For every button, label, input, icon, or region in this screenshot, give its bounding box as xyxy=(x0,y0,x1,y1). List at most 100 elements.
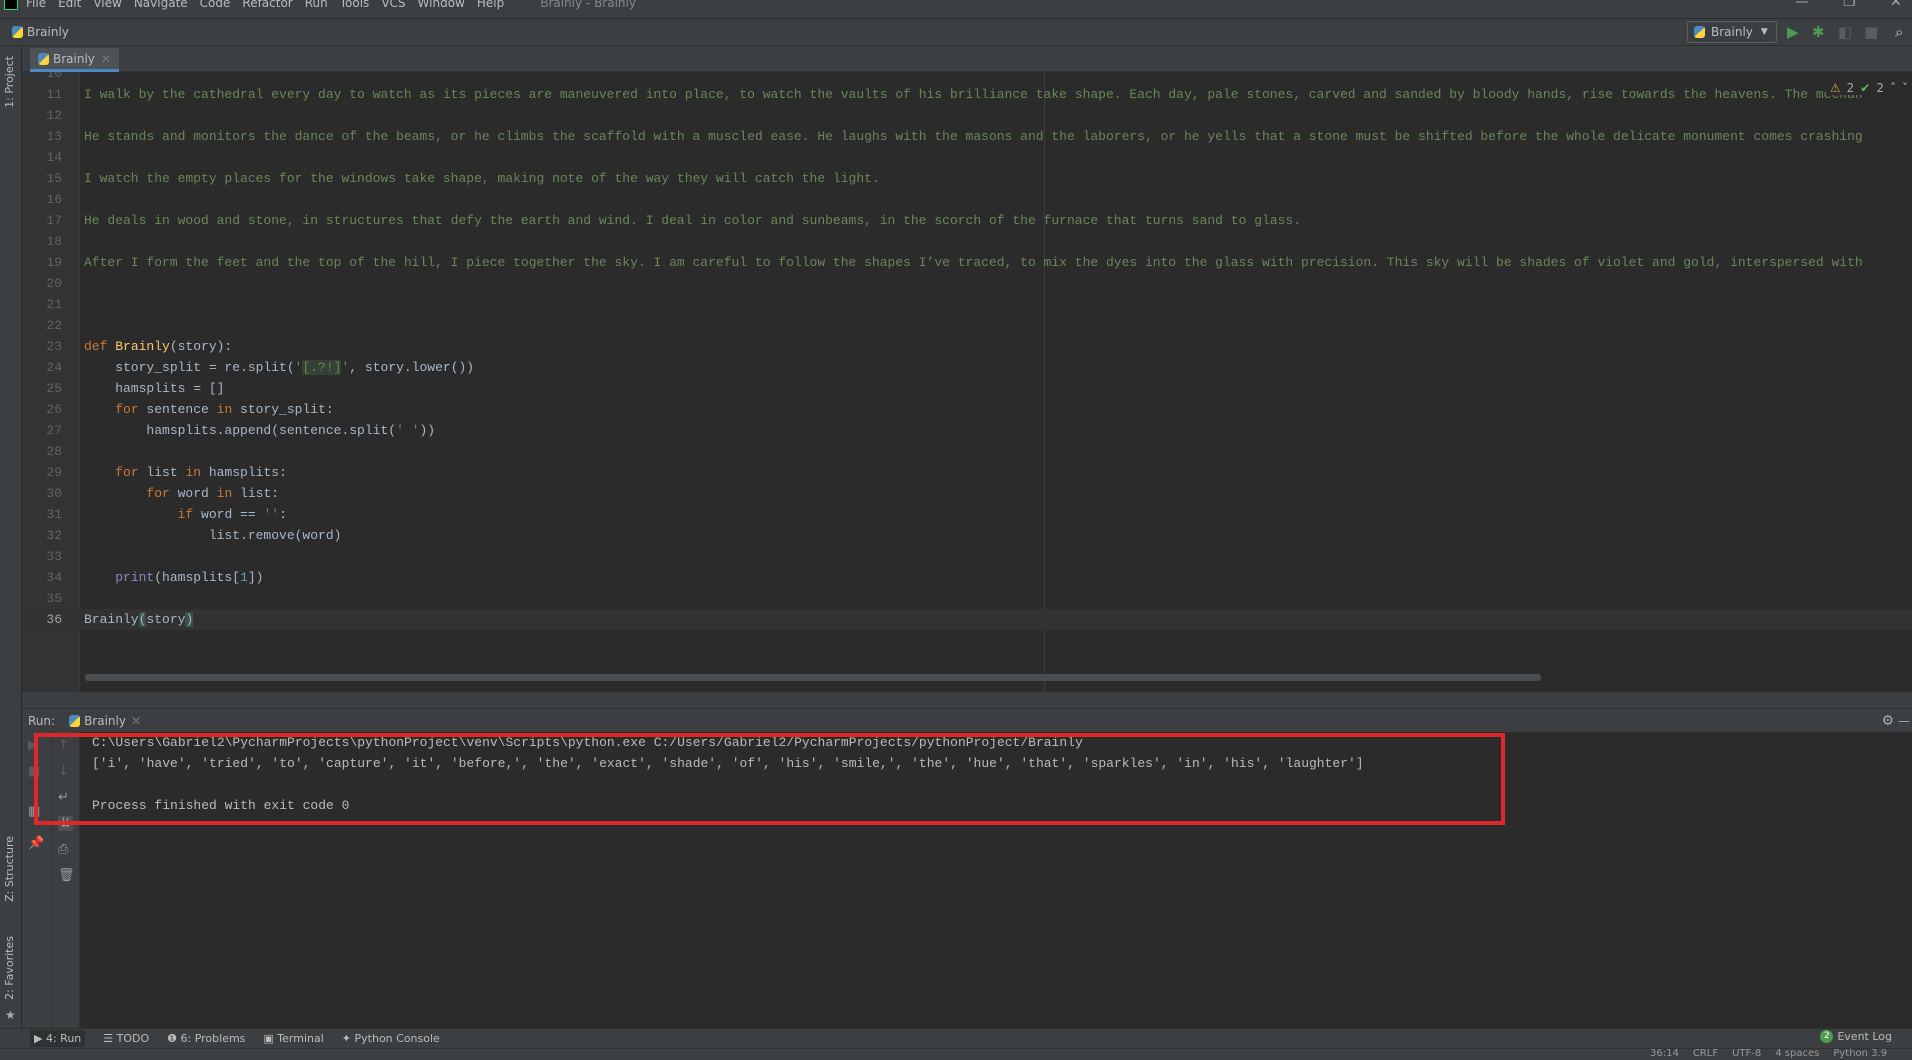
menu-view[interactable]: View xyxy=(93,0,121,10)
tool-problems-button[interactable]: ❶ 6: Problems xyxy=(167,1032,245,1045)
code-line[interactable]: 31 if word == '': xyxy=(22,504,1912,525)
code-line[interactable]: 28 xyxy=(22,441,1912,462)
restore-icon[interactable]: ❐ xyxy=(1843,0,1856,10)
code-line[interactable]: 36 Brainly(story) xyxy=(22,609,1912,630)
inspection-widget[interactable]: ⚠ 2 ✔ 2 ˄ ˅ xyxy=(1825,81,1912,95)
code-line[interactable]: 16 xyxy=(22,189,1912,210)
run-configuration-label: Brainly xyxy=(1711,25,1753,39)
tool-run-button[interactable]: ▶ 4: Run xyxy=(30,1030,86,1047)
code-editor[interactable]: 10 11 I walk by the cathedral every day to… xyxy=(22,72,1912,692)
code-line[interactable]: 23 def Brainly(story): xyxy=(22,336,1912,357)
gear-icon[interactable]: ⚙ xyxy=(1881,713,1894,729)
code-line[interactable]: 34 print(hamsplits[1]) xyxy=(22,567,1912,588)
code-line[interactable]: 24 story_split = re.split('[.?!]', story… xyxy=(22,357,1912,378)
tool-todo-button[interactable]: ☰ TODO xyxy=(103,1032,149,1045)
run-icon[interactable]: ▶ xyxy=(1787,23,1799,41)
code-line[interactable]: 10 xyxy=(22,72,1912,84)
menu-code[interactable]: Code xyxy=(200,0,231,10)
code-line[interactable]: 26 for sentence in story_split: xyxy=(22,399,1912,420)
menu-vcs[interactable]: VCS xyxy=(381,0,405,10)
close-tab-icon[interactable]: ✕ xyxy=(101,52,111,66)
code-token: [.?!] xyxy=(302,360,342,375)
line-number: 11 xyxy=(46,87,62,102)
tool-todo-label: TODO xyxy=(116,1032,150,1045)
code-token: (hamsplits[ xyxy=(154,570,241,585)
hide-icon[interactable]: — xyxy=(1898,714,1910,728)
code-text: for word in list: xyxy=(84,483,279,504)
code-token: in xyxy=(216,486,233,501)
code-line[interactable]: 19 After I form the feet and the top of t… xyxy=(22,252,1912,273)
code-line[interactable]: 25 hamsplits = [] xyxy=(22,378,1912,399)
code-line[interactable]: 33 xyxy=(22,546,1912,567)
code-token: )) xyxy=(419,423,436,438)
pin-icon[interactable]: 📌 xyxy=(28,836,44,851)
code-line[interactable]: 18 xyxy=(22,231,1912,252)
code-token: print xyxy=(115,570,155,585)
python-file-icon xyxy=(12,26,23,38)
code-line[interactable]: 30 for word in list: xyxy=(22,483,1912,504)
event-count-badge: 2 xyxy=(1820,1030,1834,1043)
event-log-button[interactable]: 2 Event Log xyxy=(1820,1030,1892,1043)
code-line[interactable]: 14 xyxy=(22,147,1912,168)
editor-tab-bar: Brainly ✕ xyxy=(22,46,1912,72)
run-configuration-select[interactable]: Brainly ▼ xyxy=(1687,21,1777,43)
minimize-icon[interactable]: — xyxy=(1795,0,1809,10)
menu-file[interactable]: File xyxy=(26,0,46,10)
coverage-icon[interactable]: ◧ xyxy=(1838,23,1852,41)
menu-help[interactable]: Help xyxy=(477,0,504,10)
run-tab-brainly[interactable]: Brainly ✕ xyxy=(63,714,147,728)
code-line[interactable]: 17 He deals in wood and stone, in structu… xyxy=(22,210,1912,231)
print-icon[interactable]: ⎙ xyxy=(58,842,68,857)
menu-edit[interactable]: Edit xyxy=(58,0,81,10)
code-line[interactable]: 20 xyxy=(22,273,1912,294)
menu-navigate[interactable]: Navigate xyxy=(134,0,188,10)
debug-icon[interactable]: ✱ xyxy=(1812,23,1825,41)
tool-terminal-button[interactable]: ▣ Terminal xyxy=(263,1032,323,1045)
check-icon: ✔ xyxy=(1860,81,1871,95)
line-number: 31 xyxy=(46,507,62,522)
code-line[interactable]: 27 hamsplits.append(sentence.split(' ')) xyxy=(22,420,1912,441)
code-line[interactable]: 22 xyxy=(22,315,1912,336)
close-window-icon[interactable]: ✕ xyxy=(1890,0,1902,10)
code-token: He stands and monitors the dance of the … xyxy=(84,129,1863,144)
code-line[interactable]: 11 I walk by the cathedral every day to w… xyxy=(22,84,1912,105)
code-line[interactable]: 29 for list in hamsplits: xyxy=(22,462,1912,483)
code-text: def Brainly(story): xyxy=(84,336,232,357)
tool-python-console-button[interactable]: ✦ Python Console xyxy=(342,1032,440,1045)
search-icon[interactable]: ⌕ xyxy=(1895,23,1903,41)
previous-highlight-icon[interactable]: ˄ xyxy=(1890,81,1896,95)
close-run-tab-icon[interactable]: ✕ xyxy=(131,714,141,728)
code-line[interactable]: 21 xyxy=(22,294,1912,315)
line-number: 33 xyxy=(46,549,62,564)
menu-run[interactable]: Run xyxy=(305,0,328,10)
code-line[interactable]: 12 xyxy=(22,105,1912,126)
trash-icon[interactable]: 🗑 xyxy=(58,868,75,883)
line-number: 12 xyxy=(46,108,62,123)
python-icon xyxy=(69,714,81,727)
tab-brainly[interactable]: Brainly ✕ xyxy=(30,48,119,72)
stop-icon[interactable]: ■ xyxy=(1864,23,1878,41)
breadcrumb-project[interactable]: Brainly xyxy=(27,25,69,39)
next-highlight-icon[interactable]: ˅ xyxy=(1902,81,1908,95)
line-number: 13 xyxy=(46,129,62,144)
favorites-tool-button[interactable]: 2: Favorites xyxy=(3,936,16,1000)
code-token: for xyxy=(115,402,139,417)
project-tool-button[interactable]: 1: Project xyxy=(3,56,16,108)
line-number: 30 xyxy=(46,486,62,501)
line-number: 25 xyxy=(46,381,62,396)
horizontal-scrollbar[interactable] xyxy=(85,674,1541,681)
python-file-icon xyxy=(38,52,49,65)
menu-refactor[interactable]: Refactor xyxy=(242,0,292,10)
code-line[interactable]: 32 list.remove(word) xyxy=(22,525,1912,546)
code-line[interactable]: 35 xyxy=(22,588,1912,609)
run-label: Run: xyxy=(28,713,56,728)
menu-tools[interactable]: Tools xyxy=(340,0,370,10)
run-tab-label: Brainly xyxy=(84,713,126,728)
pycharm-logo-icon xyxy=(4,0,18,10)
code-token: in xyxy=(185,465,202,480)
code-line[interactable]: 15 I watch the empty places for the windo… xyxy=(22,168,1912,189)
code-line[interactable]: 13 He stands and monitors the dance of th… xyxy=(22,126,1912,147)
menu-window[interactable]: Window xyxy=(418,0,465,10)
structure-tool-button[interactable]: Z: Structure xyxy=(3,836,16,902)
